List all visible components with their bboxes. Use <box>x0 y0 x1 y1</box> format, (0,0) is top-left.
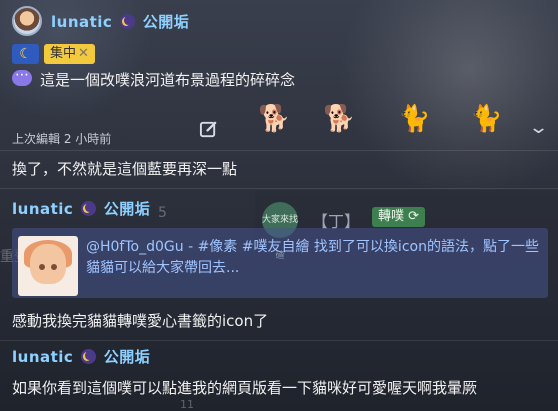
response-text: 換了，不然就是這個藍要再深一點 <box>12 160 238 178</box>
responder-name[interactable]: lunatic <box>12 348 73 366</box>
plurk-content: 這是一個改噗浪河道布景過程的碎碎念 <box>40 71 296 89</box>
moon-icon: ☾ <box>12 44 39 64</box>
faint-count: 5 <box>158 205 167 221</box>
faint-count-bottom: 11 <box>180 398 194 411</box>
moon-badge-icon <box>81 349 97 364</box>
divider <box>0 188 558 189</box>
poster-suffix: 公開垢 <box>142 13 190 31</box>
thumbnail-face <box>30 244 66 284</box>
cat-sticker-icon[interactable]: 🐈 <box>470 104 502 134</box>
chevron-down-icon[interactable]: ⌄ <box>528 117 549 138</box>
replurk-badge: 轉噗 ⟳ <box>372 207 426 227</box>
responder-name-row[interactable]: lunatic 公開垢 <box>12 198 150 219</box>
divider <box>0 150 558 151</box>
edited-timestamp: 上次編輯 2 小時前 <box>12 132 112 146</box>
close-icon[interactable]: ✕ <box>78 46 89 61</box>
plurk-thread: 大家來找碴 【丁】 轉噗 ⟳ 5 重登 11 lunatic 公開垢 ☾ 集中✕… <box>0 0 558 411</box>
divider <box>0 340 558 341</box>
focus-tag-label: 集中 <box>50 46 77 61</box>
responder-name-row[interactable]: lunatic 公開垢 <box>12 346 150 367</box>
responder-suffix: 公開垢 <box>103 348 151 366</box>
link-preview-text[interactable]: @H0fTo_d0Gu - #像素 #噗友自繪 找到了可以換icon的語法，點了… <box>86 237 541 279</box>
speech-bubble-icon <box>12 67 32 86</box>
responder-suffix: 公開垢 <box>103 200 151 218</box>
moon-badge-icon <box>81 201 97 216</box>
replurk-icon: ⟳ <box>408 209 420 224</box>
avatar[interactable] <box>12 6 42 36</box>
responder-name[interactable]: lunatic <box>12 200 73 218</box>
link-thumbnail[interactable] <box>18 236 78 296</box>
thumbnail-eye <box>51 264 57 270</box>
replurk-label: 轉噗 <box>378 209 405 224</box>
dog-sticker-icon[interactable]: 🐕 <box>323 104 355 134</box>
response-text: 感動我換完貓貓轉噗愛心書籤的icon了 <box>12 312 269 330</box>
moon-badge-icon <box>120 14 136 29</box>
cat-sticker-icon[interactable]: 🐈 <box>398 104 430 134</box>
poster-name[interactable]: lunatic <box>51 13 112 31</box>
edit-icon[interactable] <box>199 120 218 139</box>
focus-tag[interactable]: 集中 ✕ <box>44 44 95 64</box>
dog-sticker-icon[interactable]: 🐕 <box>258 104 290 134</box>
thumbnail-eye <box>39 264 45 270</box>
poster-name-row[interactable]: lunatic 公開垢 <box>51 11 189 32</box>
response-text: 如果你看到這個噗可以點進我的網頁版看一下貓咪好可愛喔天啊我暈厥 <box>12 379 478 397</box>
